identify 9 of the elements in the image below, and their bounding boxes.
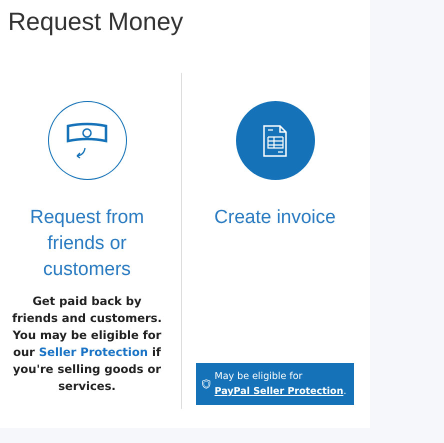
money-request-icon	[65, 120, 109, 160]
seller-protection-link[interactable]: Seller Protection	[38, 345, 148, 359]
seller-protection-link[interactable]: PayPal Seller Protection	[214, 386, 344, 397]
option-title[interactable]: Create invoice	[200, 205, 350, 231]
option-description: Get paid back by friends and customers. You may be eligible for our Seller Protection if you're selling goods or services.	[12, 293, 162, 395]
invoice-icon	[262, 124, 288, 156]
option-title[interactable]: Request from friends or customers	[12, 205, 162, 283]
page-title: Request Money	[8, 8, 184, 37]
banner-text: May be eligible for PayPal Seller Protection.	[214, 370, 348, 399]
